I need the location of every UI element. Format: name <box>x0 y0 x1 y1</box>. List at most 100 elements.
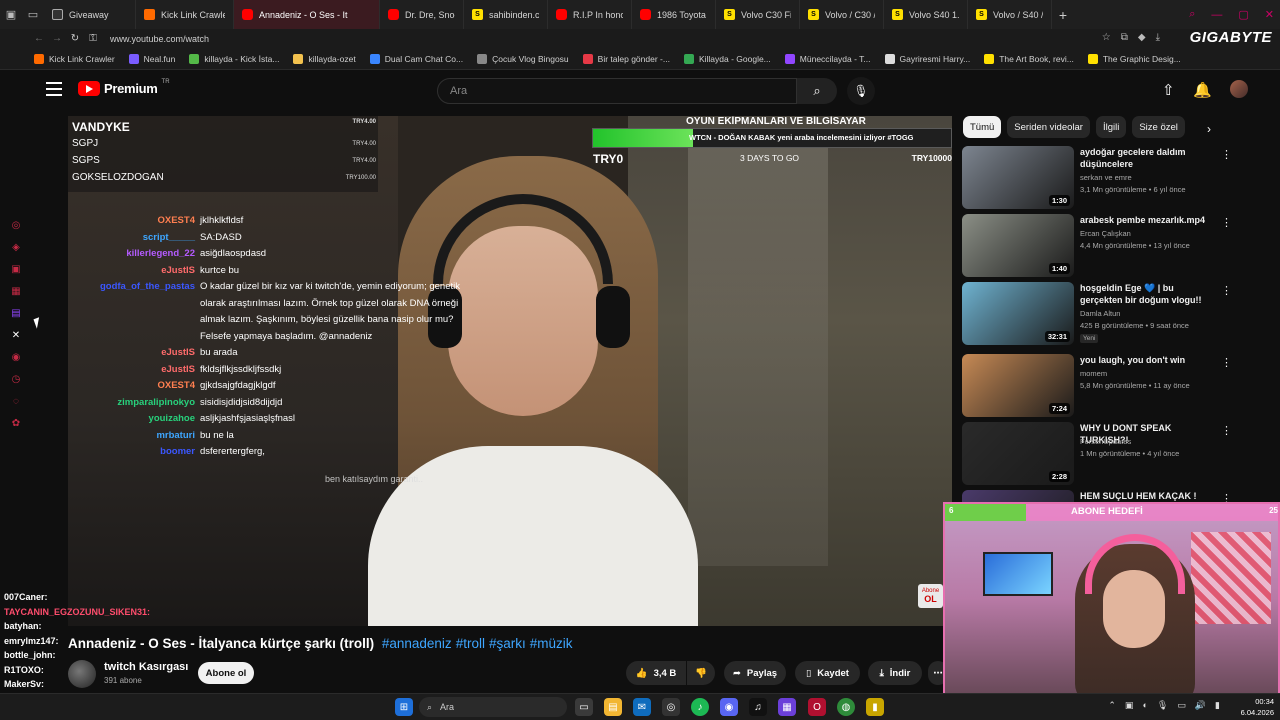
browser-tab[interactable]: 1986 Toyota Coro <box>632 0 716 29</box>
browser-tab[interactable]: S Volvo S40 1.6 D F <box>884 0 968 29</box>
youtube-logo[interactable]: Premium TR <box>78 79 170 96</box>
bookmark-item[interactable]: Bir talep gönder -... <box>582 53 670 64</box>
minimize-button[interactable]: — <box>1211 9 1222 21</box>
video-thumbnail[interactable]: 32:31 <box>962 282 1074 345</box>
extensions-icon[interactable]: ⧉ <box>1121 32 1128 43</box>
recommended-title[interactable]: hoşgeldin Ege 💙 | bu gerçekten bir doğum… <box>1080 282 1212 306</box>
outlook-icon[interactable]: ✉ <box>633 698 651 716</box>
bookmark-item[interactable]: The Graphic Desig... <box>1087 53 1181 64</box>
dislike-button[interactable]: 👎 <box>687 661 715 685</box>
bookmark-item[interactable]: Müneccilayda - T... <box>784 53 871 64</box>
video-thumbnail[interactable]: 2:28 <box>962 422 1074 485</box>
taskbar-clock[interactable]: 00:34 6.04.2026 <box>1241 696 1274 718</box>
chevron-right-icon[interactable]: › <box>1207 122 1211 136</box>
filter-chip[interactable]: İlgili <box>1095 116 1127 138</box>
shield-icon[interactable]: ◆ <box>1138 32 1146 43</box>
maximize-button[interactable]: ▢ <box>1238 8 1248 21</box>
bookmark-item[interactable]: Çocuk Vlog Bingosu <box>477 53 569 64</box>
filter-chip[interactable]: Size özel <box>1132 116 1185 138</box>
more-vertical-icon[interactable]: ⋮ <box>1221 216 1232 229</box>
browser-profile-icon[interactable]: ▣ <box>0 0 22 29</box>
tray-chevron-icon[interactable]: ⌃ <box>1108 700 1116 711</box>
download-icon[interactable]: ⤓ <box>1156 32 1160 43</box>
bookmark-item[interactable]: killayda-ozet <box>293 53 356 64</box>
video-thumbnail[interactable]: 7:24 <box>962 354 1074 417</box>
search-tabs-icon[interactable]: ⌕ <box>1189 8 1195 21</box>
bookmark-item[interactable]: Killayda - Google... <box>683 53 771 64</box>
recommended-title[interactable]: aydoğar gecelere daldım düşüncelere <box>1080 146 1212 170</box>
spotify-icon[interactable]: ♪ <box>691 698 709 716</box>
forward-button[interactable]: → <box>48 33 66 44</box>
tray-mic-icon[interactable]: 🎙 <box>1157 700 1168 711</box>
file-explorer-icon[interactable]: ▤ <box>604 698 622 716</box>
recommended-video[interactable]: 32:31 hoşgeldin Ege 💙 | bu gerçekten bir … <box>962 282 1232 346</box>
tray-volume-icon[interactable]: 🔊 <box>1195 700 1206 711</box>
browser-tab[interactable]: Ssahibinden.com - <box>464 0 548 29</box>
save-button[interactable]: ▯ Kaydet <box>795 661 860 685</box>
user-avatar[interactable] <box>1230 80 1248 98</box>
new-tab-button[interactable]: + <box>1052 7 1074 23</box>
recommended-video[interactable]: 1:30 aydoğar gecelere daldım düşüncelere s… <box>962 146 1232 210</box>
create-upload-icon[interactable]: ⇧ <box>1162 81 1175 99</box>
more-vertical-icon[interactable]: ⋮ <box>1221 356 1232 369</box>
task-view-icon[interactable]: ▭ <box>575 698 593 716</box>
tray-network-icon[interactable]: ◐ <box>1142 700 1147 711</box>
tab-list-icon[interactable]: ▭ <box>22 0 44 29</box>
tiktok-icon[interactable]: ♫ <box>749 698 767 716</box>
notifications-bell-icon[interactable]: 🔔 <box>1193 81 1212 99</box>
recommended-channel[interactable]: serkan ve emre <box>1080 173 1132 182</box>
tray-app-icon[interactable]: ▣ <box>1125 700 1134 711</box>
browser-tab[interactable]: Annadeniz - O Ses - It <box>234 0 380 29</box>
bookmark-icon[interactable]: ☆ <box>1102 32 1111 43</box>
hashtag-link[interactable]: #şarkı <box>489 636 526 651</box>
back-button[interactable]: ← <box>30 33 48 44</box>
bookmark-item[interactable]: Dual Cam Chat Co... <box>369 53 463 64</box>
recommended-channel[interactable]: ForsenUpdates <box>1080 437 1131 446</box>
browser-tab[interactable]: S Volvo / C30 / 2.0 / <box>800 0 884 29</box>
video-player[interactable]: VANDYKE TRY4.00 SGPJ TRY4.00 SGPS TRY4.00 GOKS… <box>68 116 952 626</box>
chrome-icon[interactable]: ◍ <box>837 698 855 716</box>
browser-tab[interactable]: S Volvo / S40 / 1.6 D <box>968 0 1052 29</box>
bookmark-item[interactable]: killayda - Kick İsta... <box>189 53 279 64</box>
browser-tab[interactable]: Giveaway <box>44 0 136 29</box>
tray-battery-icon[interactable]: ▮ <box>1215 700 1220 711</box>
more-vertical-icon[interactable]: ⋮ <box>1221 284 1232 297</box>
bookmark-item[interactable]: Kick Link Crawler <box>34 53 115 64</box>
recommended-channel[interactable]: Damla Altun <box>1080 309 1120 318</box>
url-field[interactable]: www.youtube.com/watch <box>110 34 209 44</box>
browser-tab[interactable]: R.I.P In honor of G <box>548 0 632 29</box>
subscribe-button[interactable]: Abone ol <box>198 662 254 684</box>
recommended-channel[interactable]: Ercan Çalışkan <box>1080 229 1131 238</box>
bookmark-item[interactable]: The Art Book, revi... <box>984 53 1074 64</box>
recommended-video[interactable]: 1:40 arabesk pembe mezarlık.mp4 Ercan Çalı… <box>962 214 1232 278</box>
more-vertical-icon[interactable]: ⋮ <box>1221 424 1232 437</box>
windows-start-icon[interactable]: ⊞ <box>395 698 413 716</box>
hashtag-link[interactable]: #müzik <box>530 636 573 651</box>
grid-app-icon[interactable]: ▦ <box>778 698 796 716</box>
recommended-video[interactable]: 7:24 you laugh, you don't win momem 5,8 Mn … <box>962 354 1232 418</box>
github-icon[interactable]: ◎ <box>662 698 680 716</box>
discord-icon[interactable]: ◉ <box>720 698 738 716</box>
browser-tab[interactable]: S Volvo C30 Fiyatlar <box>716 0 800 29</box>
search-button[interactable]: ⌕ <box>797 78 837 104</box>
video-thumbnail[interactable]: 1:30 <box>962 146 1074 209</box>
reload-button[interactable]: ↻ <box>66 33 84 44</box>
filter-chip[interactable]: Seriden videolar <box>1007 116 1090 138</box>
recommended-title[interactable]: HEM SUÇLU HEM KAÇAK ! <box>1080 490 1212 502</box>
download-button[interactable]: ⤓ İndir <box>868 661 922 685</box>
browser-tab[interactable]: Kick Link Crawler <box>136 0 234 29</box>
channel-avatar[interactable] <box>68 660 96 688</box>
hashtag-link[interactable]: #annadeniz <box>382 636 452 651</box>
site-info-icon[interactable]: ⚿ <box>84 33 102 44</box>
recommended-channel[interactable]: momem <box>1080 369 1107 378</box>
taskbar-search-input[interactable]: ⌕ Ara <box>419 697 567 717</box>
opera-icon[interactable]: O <box>808 698 826 716</box>
more-vertical-icon[interactable]: ⋮ <box>1221 148 1232 161</box>
bookmark-item[interactable]: Gayriresmi Harry... <box>884 53 970 64</box>
app-icon[interactable]: ▮ <box>866 698 884 716</box>
video-thumbnail[interactable]: 1:40 <box>962 214 1074 277</box>
recommended-title[interactable]: you laugh, you don't win <box>1080 354 1212 366</box>
search-input[interactable]: Ara <box>437 78 797 104</box>
browser-tab[interactable]: Dr. Dre, Snoop Do <box>380 0 464 29</box>
bookmark-item[interactable]: Neal.fun <box>128 53 175 64</box>
